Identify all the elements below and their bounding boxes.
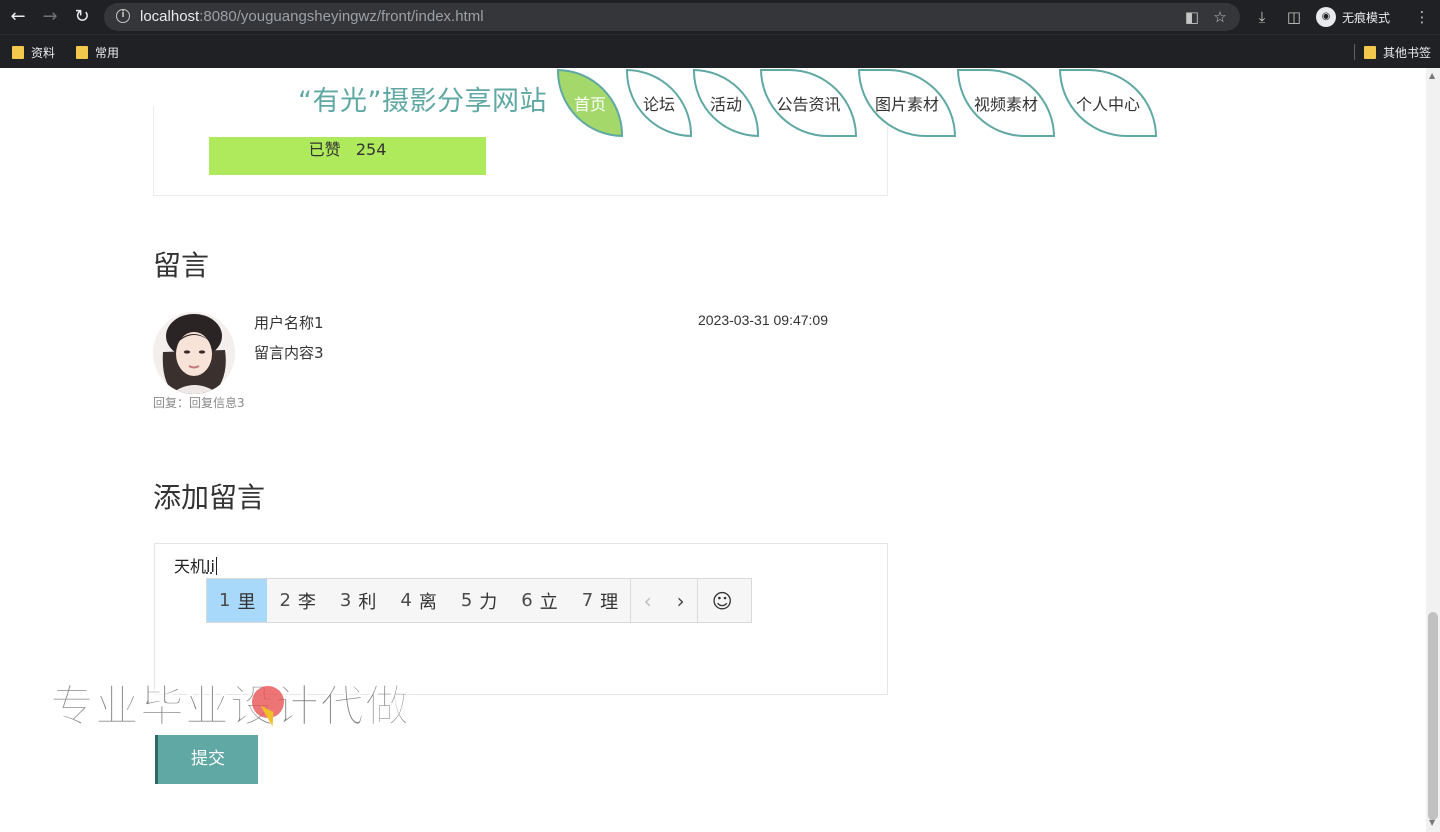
ime-prev-page-icon[interactable]: ‹ — [631, 579, 664, 622]
forward-icon[interactable]: → — [38, 5, 62, 29]
incognito-icon: ◉ — [1316, 7, 1336, 27]
ime-next-page-icon[interactable]: › — [664, 579, 697, 622]
download-icon[interactable]: ⤓ — [1250, 5, 1274, 29]
incognito-indicator[interactable]: ◉ 无痕模式 — [1312, 4, 1400, 30]
ime-composition: li — [206, 557, 215, 576]
ime-candidate-3[interactable]: 3利 — [328, 579, 388, 622]
ime-candidate-7[interactable]: 7理 — [570, 579, 630, 622]
submit-button[interactable]: 提交 — [155, 735, 258, 784]
info-icon[interactable]: i — [116, 9, 130, 23]
comment-reply: 回复：回复信息3 — [153, 396, 245, 410]
site-title: “有光”摄影分享网站 — [298, 86, 547, 117]
other-bookmarks[interactable]: 其他书签 — [1364, 43, 1431, 61]
side-panel-icon[interactable]: ◫ — [1282, 5, 1306, 29]
ime-emoji-icon[interactable]: ☺ — [698, 579, 746, 622]
browser-toolbar: ← → ↻ i localhost:8080/youguangsheyingwz… — [0, 0, 1440, 34]
menu-icon[interactable]: ⋮ — [1410, 5, 1434, 29]
site-permission-icon[interactable]: ◧ — [1182, 7, 1202, 27]
folder-icon — [12, 45, 24, 59]
comment-time: 2023-03-31 09:47:09 — [698, 312, 828, 328]
text-caret — [215, 557, 217, 575]
folder-icon — [1364, 45, 1376, 59]
like-button[interactable]: 已赞 254 — [209, 137, 486, 175]
folder-icon — [76, 45, 88, 59]
bookmark-folder-changyong[interactable]: 常用 — [76, 43, 119, 61]
committed-text: 天机 — [174, 557, 207, 576]
scrollbar-thumb[interactable] — [1428, 612, 1438, 820]
comment-content: 留言内容3 — [254, 344, 324, 362]
bookmark-label: 常用 — [95, 45, 120, 60]
incognito-label: 无痕模式 — [1342, 10, 1391, 25]
avatar — [153, 312, 235, 394]
scroll-up-icon[interactable]: ▲ — [1429, 71, 1437, 80]
ime-candidate-4[interactable]: 4离 — [388, 579, 448, 622]
watermark-text: 专业毕业设计代做 — [50, 681, 410, 733]
bookmark-folder-ziliao[interactable]: 资料 — [12, 43, 55, 61]
address-bar[interactable]: i localhost:8080/youguangsheyingwz/front… — [104, 3, 1240, 31]
star-icon[interactable]: ☆ — [1210, 7, 1230, 27]
avatar-portrait — [153, 312, 235, 394]
ime-candidate-2[interactable]: 2李 — [267, 579, 327, 622]
message-input-text: 天机li — [174, 556, 217, 578]
ime-candidate-5[interactable]: 5力 — [449, 579, 509, 622]
back-icon[interactable]: ← — [6, 5, 30, 29]
ime-candidate-bar: 1里 2李 3利 4离 5力 6立 7理 ‹ › ☺ — [206, 578, 752, 623]
ime-candidate-1[interactable]: 1里 — [207, 579, 268, 622]
bookmarks-bar: 资料 常用 其他书签 — [0, 34, 1440, 68]
bookmark-label: 其他书签 — [1383, 45, 1432, 60]
ime-candidate-6[interactable]: 6立 — [509, 579, 569, 622]
add-message-title: 添加留言 — [153, 481, 266, 514]
comment-username: 用户名称1 — [254, 314, 324, 332]
like-count: 254 — [355, 140, 387, 159]
url-text[interactable]: localhost:8080/youguangsheyingwz/front/i… — [140, 7, 484, 27]
reload-icon[interactable]: ↻ — [70, 5, 94, 29]
messages-title: 留言 — [153, 249, 210, 282]
bookmark-label: 资料 — [31, 45, 56, 60]
scroll-down-icon[interactable]: ▼ — [1429, 818, 1437, 827]
bookmarks-divider — [1354, 44, 1355, 60]
like-label: 已赞 — [308, 140, 341, 159]
